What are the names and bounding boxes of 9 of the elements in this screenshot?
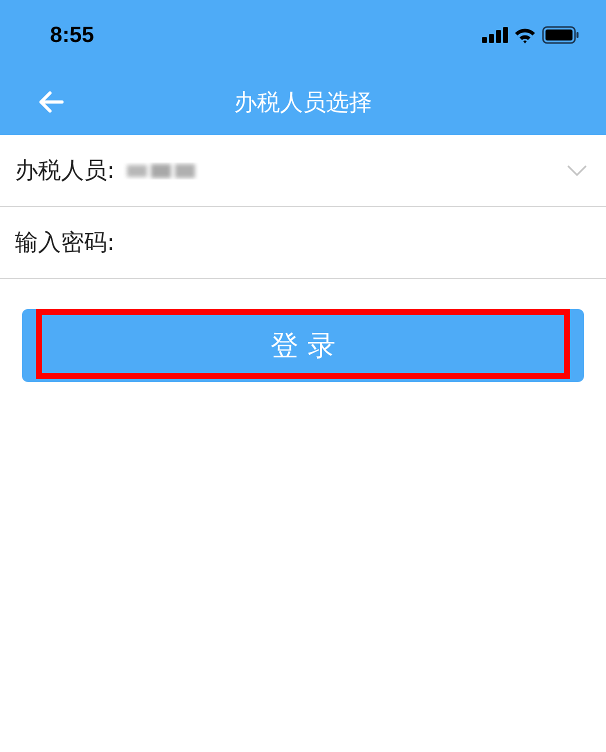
page-title: 办税人员选择 (234, 89, 372, 118)
battery-icon (542, 26, 580, 44)
status-time: 8:55 (50, 22, 94, 48)
taxpayer-label: 办税人员: (15, 157, 115, 186)
wifi-icon (514, 26, 536, 44)
chevron-down-icon (567, 164, 587, 176)
back-arrow-icon[interactable] (38, 90, 64, 114)
signal-icon (482, 27, 508, 43)
password-label: 输入密码: (15, 229, 115, 258)
